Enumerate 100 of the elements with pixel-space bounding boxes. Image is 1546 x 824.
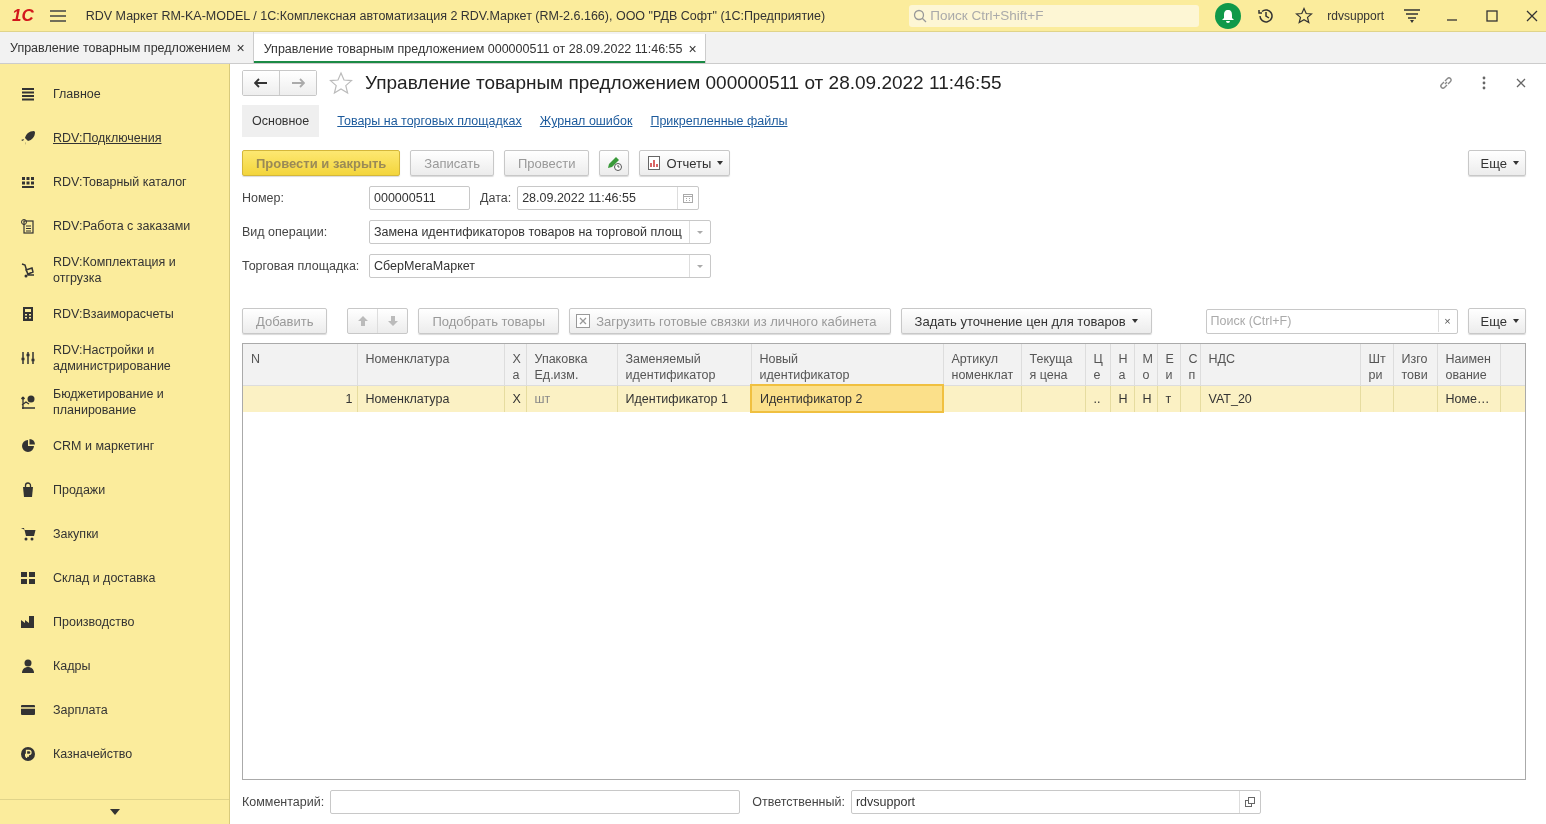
more-button[interactable]: Еще (1467, 308, 1526, 334)
sidebar-item[interactable]: RDV:Комплектация и отгрузка (0, 248, 229, 292)
sidebar-item[interactable]: RDV:Работа с заказами (0, 204, 229, 248)
section-icon (20, 174, 36, 190)
close-icon[interactable] (1516, 78, 1526, 88)
up-arrow-icon (356, 315, 369, 327)
more-button[interactable]: Еще (1467, 150, 1526, 176)
sidebar-item[interactable]: Главное (0, 72, 229, 116)
close-icon[interactable] (1526, 9, 1538, 22)
column-header[interactable]: Упаковка Ед.изм. (526, 344, 617, 385)
field-label: Номер: (242, 191, 285, 205)
scroll-down-icon[interactable] (109, 809, 120, 815)
star-icon[interactable] (1295, 6, 1314, 25)
table-cell[interactable]: Номенклатура (357, 385, 504, 412)
down-arrow-icon (386, 315, 399, 327)
close-tab-icon[interactable]: × (688, 40, 697, 57)
field-label: Комментарий: (242, 795, 325, 809)
sidebar-item[interactable]: RDV:Взаиморасчеты (0, 292, 229, 336)
column-header[interactable]: Новый идентификатор (751, 344, 943, 385)
section-tab[interactable]: Основное (242, 105, 320, 137)
marketplace-field[interactable]: СберМегаМаркет (369, 254, 711, 278)
section-icon (20, 482, 36, 498)
edit-button[interactable] (599, 150, 630, 176)
column-header[interactable]: С п (1180, 344, 1200, 385)
section-icon (20, 570, 36, 586)
field-label: Вид операции: (242, 225, 329, 239)
sidebar-item[interactable]: Производство (0, 600, 229, 644)
number-field[interactable]: 000000511 (369, 186, 470, 210)
table-cell[interactable]: VAT_20 (1200, 385, 1360, 412)
sidebar-item[interactable]: RDV:Подключения (0, 116, 229, 160)
column-header[interactable]: Текуща я цена (1021, 344, 1085, 385)
sidebar-item[interactable]: RDV:Товарный каталог (0, 160, 229, 204)
open-icon[interactable] (1244, 797, 1255, 807)
sidebar-item[interactable]: Кадры (0, 644, 229, 688)
section-icon (20, 86, 36, 102)
app-logo[interactable]: 1С (12, 5, 34, 26)
close-tab-icon[interactable]: × (236, 39, 245, 56)
set-prices-button[interactable]: Задать уточнение цен для товаров (900, 308, 1152, 334)
sidebar-item[interactable]: Зарплата (0, 688, 229, 732)
column-header[interactable]: Номенклатура (357, 344, 504, 385)
section-icon (20, 218, 36, 234)
user-name[interactable]: rdvsupport (1327, 8, 1384, 23)
favorite-star-icon[interactable] (329, 71, 353, 95)
edit-icon (606, 155, 623, 171)
section-icon (20, 702, 36, 718)
section-tab[interactable]: Прикрепленные файлы (650, 114, 788, 128)
settings-menu-icon[interactable] (1404, 8, 1420, 23)
sidebar-item[interactable]: Продажи (0, 468, 229, 512)
sidebar-item[interactable]: Склад и доставка (0, 556, 229, 600)
excel-icon (576, 314, 591, 328)
column-header[interactable]: Изго тови (1393, 344, 1437, 385)
comment-field[interactable] (330, 790, 741, 814)
column-header[interactable]: НДС (1200, 344, 1360, 385)
section-icon (20, 130, 36, 146)
sidebar-item[interactable]: Закупки (0, 512, 229, 556)
date-field[interactable]: 28.09.2022 11:46:55 (517, 186, 700, 210)
section-tab[interactable]: Товары на торговых площадках (337, 114, 522, 128)
column-header[interactable]: М о (1134, 344, 1157, 385)
section-icon (20, 394, 36, 410)
section-tab[interactable]: Журнал ошибок (539, 114, 633, 128)
column-header[interactable]: Ц е (1085, 344, 1110, 385)
maximize-icon[interactable] (1486, 9, 1498, 22)
reports-button[interactable]: Отчеты (639, 150, 731, 176)
right-arrow-icon (291, 78, 305, 88)
column-header[interactable]: Е и (1157, 344, 1180, 385)
column-header[interactable]: Заменяемый идентификатор (617, 344, 751, 385)
clear-search-button[interactable]: × (1437, 310, 1457, 332)
notification-button[interactable] (1215, 2, 1242, 29)
table-cell[interactable]: Идентификатор 2 (751, 385, 943, 412)
section-icon (20, 438, 36, 454)
operation-type-field[interactable]: Замена идентификаторов товаров на торговой площ (369, 220, 711, 244)
field-label: Дата: (480, 191, 512, 205)
sidebar-item[interactable]: Казначейство (0, 732, 229, 776)
sidebar-item[interactable]: Бюджетирование и планирование (0, 380, 229, 424)
search-icon (913, 8, 928, 23)
back-button[interactable] (243, 71, 279, 95)
table-cell[interactable]: Идентификатор 1 (617, 385, 751, 412)
menu-icon[interactable] (49, 9, 66, 22)
window-title: RDV Маркет RM-KA-MODEL / 1С:Комплексная автоматизация 2 RDV.Маркет (RM-2.6.166), ООО "РДВ Софт" (1С:Предприятие) (85, 8, 827, 23)
table-cell[interactable]: 1 (243, 385, 357, 412)
calendar-icon[interactable] (683, 193, 694, 203)
column-header[interactable]: Наимен ование (1437, 344, 1500, 385)
section-icon (20, 306, 36, 322)
column-header[interactable]: Х а (504, 344, 526, 385)
history-icon[interactable] (1257, 6, 1276, 25)
section-icon (20, 658, 36, 674)
column-header[interactable]: N (243, 344, 357, 385)
column-header[interactable]: Н а (1110, 344, 1134, 385)
column-header[interactable]: Шт ри (1360, 344, 1393, 385)
sidebar-item[interactable]: RDV:Настройки и администрирование (0, 336, 229, 380)
table-search-field[interactable]: Поиск (Ctrl+F) × (1205, 308, 1458, 334)
field-label: Ответственный: (752, 795, 845, 809)
column-header[interactable]: Артикул номенклат (943, 344, 1021, 385)
document-tab[interactable]: Управление товарным предложением 000000511 от 28.09.2022 11:46:55 × (253, 34, 706, 63)
document-tab[interactable]: Управление товарным предложением × (0, 32, 254, 63)
form-title: Управление товарным предложением 000000511 от 28.09.2022 11:46:55 (365, 72, 1003, 94)
link-icon[interactable] (1438, 75, 1454, 91)
responsible-field[interactable]: rdvsupport (850, 790, 1261, 814)
sidebar-item[interactable]: CRM и маркетинг (0, 424, 229, 468)
bell-icon (1221, 8, 1236, 23)
